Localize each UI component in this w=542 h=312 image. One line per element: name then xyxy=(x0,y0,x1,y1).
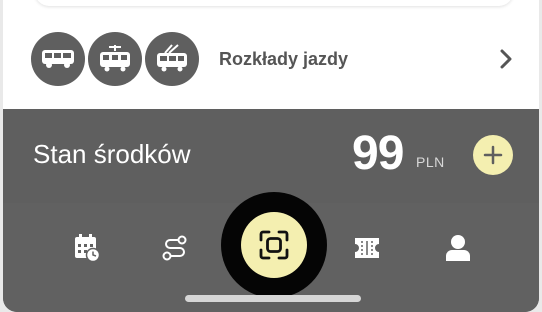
bus-icon xyxy=(31,32,85,86)
balance-section: Stan środków 99 PLN xyxy=(3,109,539,203)
chevron-right-icon xyxy=(493,46,519,72)
balance-amount: 99 xyxy=(352,127,404,180)
nav-schedule-button[interactable] xyxy=(73,233,101,263)
nav-profile-button[interactable] xyxy=(444,233,472,263)
nav-route-button[interactable] xyxy=(161,233,189,263)
ticket-icon xyxy=(355,238,379,258)
balance-currency: PLN xyxy=(416,154,445,170)
timetable-label: Rozkłady jazdy xyxy=(219,48,349,69)
top-up-button[interactable] xyxy=(473,135,513,175)
scan-ticket-button[interactable] xyxy=(241,212,307,278)
bottom-navigation xyxy=(3,192,539,312)
trolleybus-icon xyxy=(145,32,199,86)
top-card xyxy=(35,0,513,6)
plus-icon xyxy=(483,145,503,165)
app-screen: Rozkłady jazdy Stan środków 99 PLN xyxy=(3,0,539,312)
home-indicator xyxy=(185,295,361,302)
route-icon xyxy=(162,235,187,261)
scan-icon xyxy=(259,230,289,260)
nav-tickets-button[interactable] xyxy=(353,233,381,263)
calendar-clock-icon xyxy=(75,234,100,262)
timetable-link[interactable]: Rozkłady jazdy xyxy=(31,32,519,86)
timetable-section: Rozkłady jazdy xyxy=(3,0,539,109)
profile-icon xyxy=(446,235,470,261)
balance-label: Stan środków xyxy=(33,139,191,169)
tram-icon xyxy=(88,32,142,86)
